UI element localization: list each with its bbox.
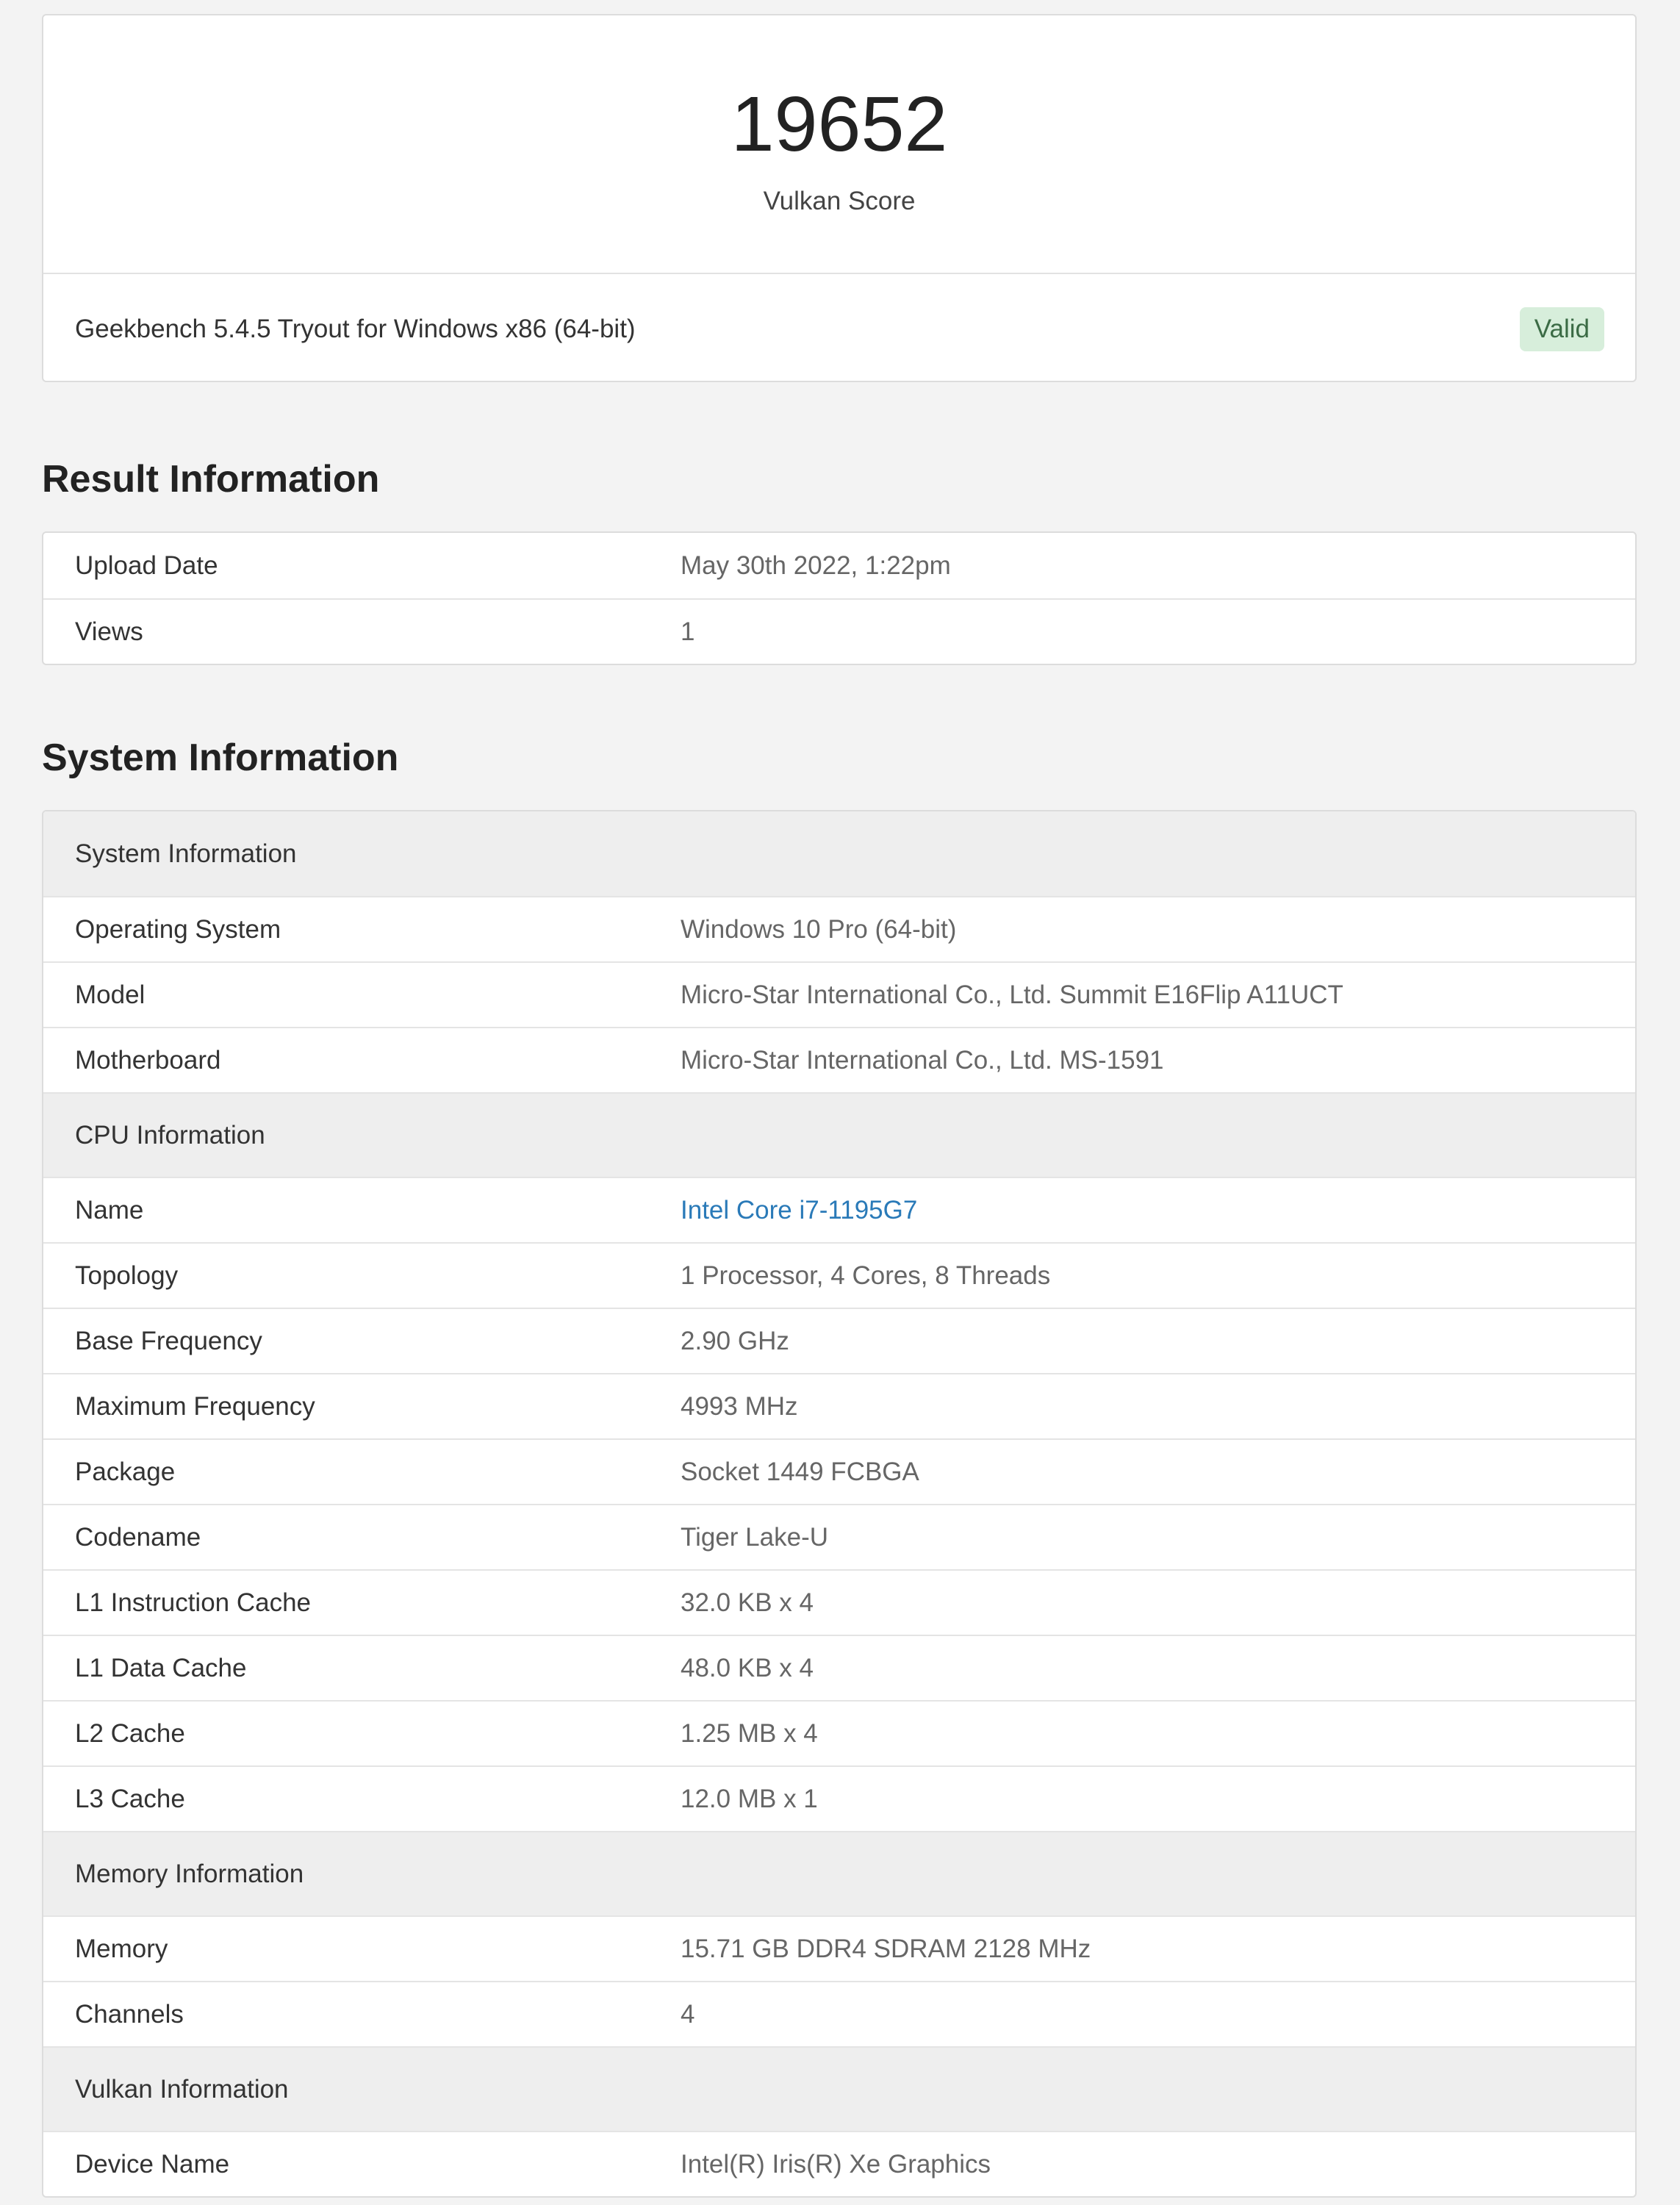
vulkan-score-label: Vulkan Score	[763, 187, 916, 215]
row-key: L2 Cache	[75, 1718, 185, 1748]
system-information-table: System Information Operating System Wind…	[42, 810, 1637, 2198]
table-row-l3-cache: L3 Cache 12.0 MB x 1	[43, 1765, 1635, 1831]
row-key: Base Frequency	[75, 1326, 262, 1355]
row-value: 1.25 MB x 4	[681, 1718, 818, 1748]
row-value: 4	[681, 1999, 695, 2029]
row-value: Intel(R) Iris(R) Xe Graphics	[681, 2149, 991, 2179]
row-value: Socket 1449 FCBGA	[681, 1457, 919, 1486]
valid-badge: Valid	[1519, 307, 1604, 351]
row-key: Motherboard	[75, 1045, 221, 1075]
row-key: Upload Date	[75, 551, 218, 580]
result-information-table: Upload Date May 30th 2022, 1:22pm Views …	[42, 531, 1637, 665]
group-header-memory: Memory Information	[43, 1831, 1635, 1915]
row-key: L3 Cache	[75, 1784, 185, 1813]
table-row-device-name: Device Name Intel(R) Iris(R) Xe Graphics	[43, 2131, 1635, 2196]
table-row-topology: Topology 1 Processor, 4 Cores, 8 Threads	[43, 1242, 1635, 1308]
row-value: Windows 10 Pro (64-bit)	[681, 914, 957, 944]
system-information-heading: System Information	[42, 736, 399, 779]
row-value: Micro-Star International Co., Ltd. Summi…	[681, 980, 1343, 1009]
row-key: Topology	[75, 1261, 179, 1290]
page: 19652 Vulkan Score Geekbench 5.4.5 Tryou…	[0, 0, 1680, 2205]
row-key: Maximum Frequency	[75, 1391, 315, 1421]
table-row-views: Views 1	[43, 598, 1635, 664]
row-value: 1	[681, 617, 695, 646]
vulkan-score-value: 19652	[730, 81, 948, 168]
table-row-base-frequency: Base Frequency 2.90 GHz	[43, 1308, 1635, 1373]
row-key: Operating System	[75, 914, 281, 944]
group-header-vulkan: Vulkan Information	[43, 2046, 1635, 2131]
row-key: Views	[75, 617, 143, 646]
table-row-codename: Codename Tiger Lake-U	[43, 1504, 1635, 1569]
table-row-motherboard: Motherboard Micro-Star International Co.…	[43, 1027, 1635, 1092]
table-row-operating-system: Operating System Windows 10 Pro (64-bit)	[43, 896, 1635, 961]
row-value: 4993 MHz	[681, 1391, 798, 1421]
table-row-channels: Channels 4	[43, 1981, 1635, 2046]
table-row-cpu-name: Name Intel Core i7-1195G7	[43, 1177, 1635, 1242]
row-value: Micro-Star International Co., Ltd. MS-15…	[681, 1045, 1164, 1075]
table-row-package: Package Socket 1449 FCBGA	[43, 1438, 1635, 1504]
row-value: May 30th 2022, 1:22pm	[681, 551, 951, 580]
row-value: 1 Processor, 4 Cores, 8 Threads	[681, 1261, 1051, 1290]
row-value: 2.90 GHz	[681, 1326, 789, 1355]
row-value: 32.0 KB x 4	[681, 1588, 814, 1617]
score-footer: Geekbench 5.4.5 Tryout for Windows x86 (…	[43, 274, 1635, 383]
row-key: L1 Instruction Cache	[75, 1588, 312, 1617]
table-row-model: Model Micro-Star International Co., Ltd.…	[43, 961, 1635, 1027]
row-key: Name	[75, 1195, 144, 1225]
table-row-l1-instruction-cache: L1 Instruction Cache 32.0 KB x 4	[43, 1569, 1635, 1635]
row-key: Package	[75, 1457, 176, 1486]
table-row-memory: Memory 15.71 GB DDR4 SDRAM 2128 MHz	[43, 1915, 1635, 1981]
group-header-system: System Information	[43, 811, 1635, 896]
group-header-cpu: CPU Information	[43, 1092, 1635, 1177]
row-key: Model	[75, 980, 146, 1009]
row-key: Channels	[75, 1999, 184, 2029]
score-summary: 19652 Vulkan Score	[43, 15, 1635, 274]
row-value: 15.71 GB DDR4 SDRAM 2128 MHz	[681, 1934, 1091, 1963]
table-row-upload-date: Upload Date May 30th 2022, 1:22pm	[43, 533, 1635, 598]
geekbench-version: Geekbench 5.4.5 Tryout for Windows x86 (…	[75, 315, 636, 343]
table-row-l1-data-cache: L1 Data Cache 48.0 KB x 4	[43, 1635, 1635, 1700]
row-value: Tiger Lake-U	[681, 1522, 828, 1552]
row-key: Device Name	[75, 2149, 230, 2179]
table-row-l2-cache: L2 Cache 1.25 MB x 4	[43, 1700, 1635, 1765]
table-row-maximum-frequency: Maximum Frequency 4993 MHz	[43, 1373, 1635, 1438]
result-information-heading: Result Information	[42, 458, 380, 501]
row-value: 48.0 KB x 4	[681, 1653, 814, 1682]
row-value: 12.0 MB x 1	[681, 1784, 818, 1813]
row-key: Memory	[75, 1934, 168, 1963]
row-key: L1 Data Cache	[75, 1653, 247, 1682]
row-key: Codename	[75, 1522, 201, 1552]
cpu-name-link[interactable]: Intel Core i7-1195G7	[681, 1196, 1635, 1225]
score-card: 19652 Vulkan Score Geekbench 5.4.5 Tryou…	[42, 14, 1637, 382]
